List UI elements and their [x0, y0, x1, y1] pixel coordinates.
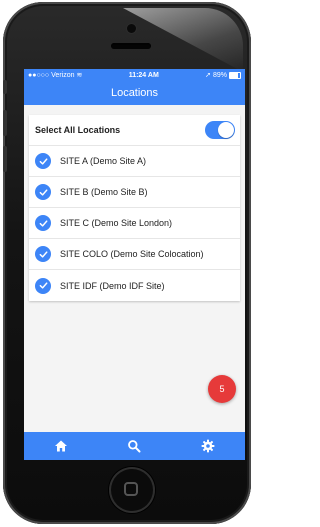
gear-icon [201, 439, 215, 453]
status-bar: ●●○○○ Verizon ≋ 11:24 AM ➚ 89% [24, 69, 245, 81]
select-all-toggle[interactable] [205, 121, 235, 139]
status-time: 11:24 AM [128, 71, 159, 79]
check-icon[interactable] [35, 246, 51, 262]
tab-home[interactable] [46, 432, 76, 460]
home-icon [54, 440, 67, 452]
location-item[interactable]: SITE B (Demo Site B) [29, 177, 240, 208]
check-icon[interactable] [35, 215, 51, 231]
volume-up-button [3, 110, 7, 136]
select-all-label: Select All Locations [35, 125, 121, 135]
fab-count: 5 [219, 384, 225, 394]
location-item[interactable]: SITE A (Demo Site A) [29, 146, 240, 177]
earpiece-speaker [111, 43, 151, 49]
locations-card: Select All Locations SITE A (Demo Site A… [29, 115, 240, 301]
volume-down-button [3, 146, 7, 172]
check-icon[interactable] [35, 277, 51, 294]
app-screen: ●●○○○ Verizon ≋ 11:24 AM ➚ 89% Locations… [24, 69, 245, 460]
location-label: SITE A (Demo Site A) [60, 156, 147, 166]
location-item[interactable]: SITE C (Demo Site London) [29, 208, 240, 239]
toggle-knob [218, 122, 234, 138]
location-item[interactable]: SITE IDF (Demo IDF Site) [29, 270, 240, 301]
home-button[interactable] [109, 467, 155, 513]
nav-bar: Locations [24, 81, 245, 105]
location-label: SITE IDF (Demo IDF Site) [60, 280, 165, 291]
tab-search[interactable] [119, 432, 149, 460]
signal-icon: ●●○○○ [28, 71, 50, 79]
wifi-icon: ≋ [76, 72, 83, 79]
phone-frame: ●●○○○ Verizon ≋ 11:24 AM ➚ 89% Locations… [3, 2, 251, 524]
location-arrow-icon: ➚ [205, 72, 211, 79]
mute-switch [3, 80, 7, 94]
page-title: Locations [110, 87, 159, 99]
location-label: SITE COLO (Demo Site Colocation) [60, 249, 204, 259]
location-label: SITE C (Demo Site London) [60, 218, 173, 228]
screen-glare [123, 8, 243, 72]
tab-settings[interactable] [193, 432, 223, 460]
select-all-row: Select All Locations [29, 115, 240, 146]
search-icon [128, 440, 141, 453]
location-item[interactable]: SITE COLO (Demo Site Colocation) [29, 239, 240, 270]
check-icon[interactable] [35, 153, 51, 169]
front-camera [127, 24, 136, 33]
tab-bar [24, 432, 245, 460]
home-button-square-icon [124, 482, 138, 496]
count-fab-button[interactable]: 5 [208, 375, 236, 403]
location-label: SITE B (Demo Site B) [60, 187, 148, 197]
battery-icon [228, 71, 241, 79]
battery-percent: 89% [212, 71, 227, 79]
status-left: ●●○○○ Verizon ≋ [28, 71, 83, 80]
check-icon[interactable] [35, 184, 51, 200]
status-right: ➚ 89% [205, 71, 241, 79]
carrier-label: Verizon [51, 71, 75, 79]
